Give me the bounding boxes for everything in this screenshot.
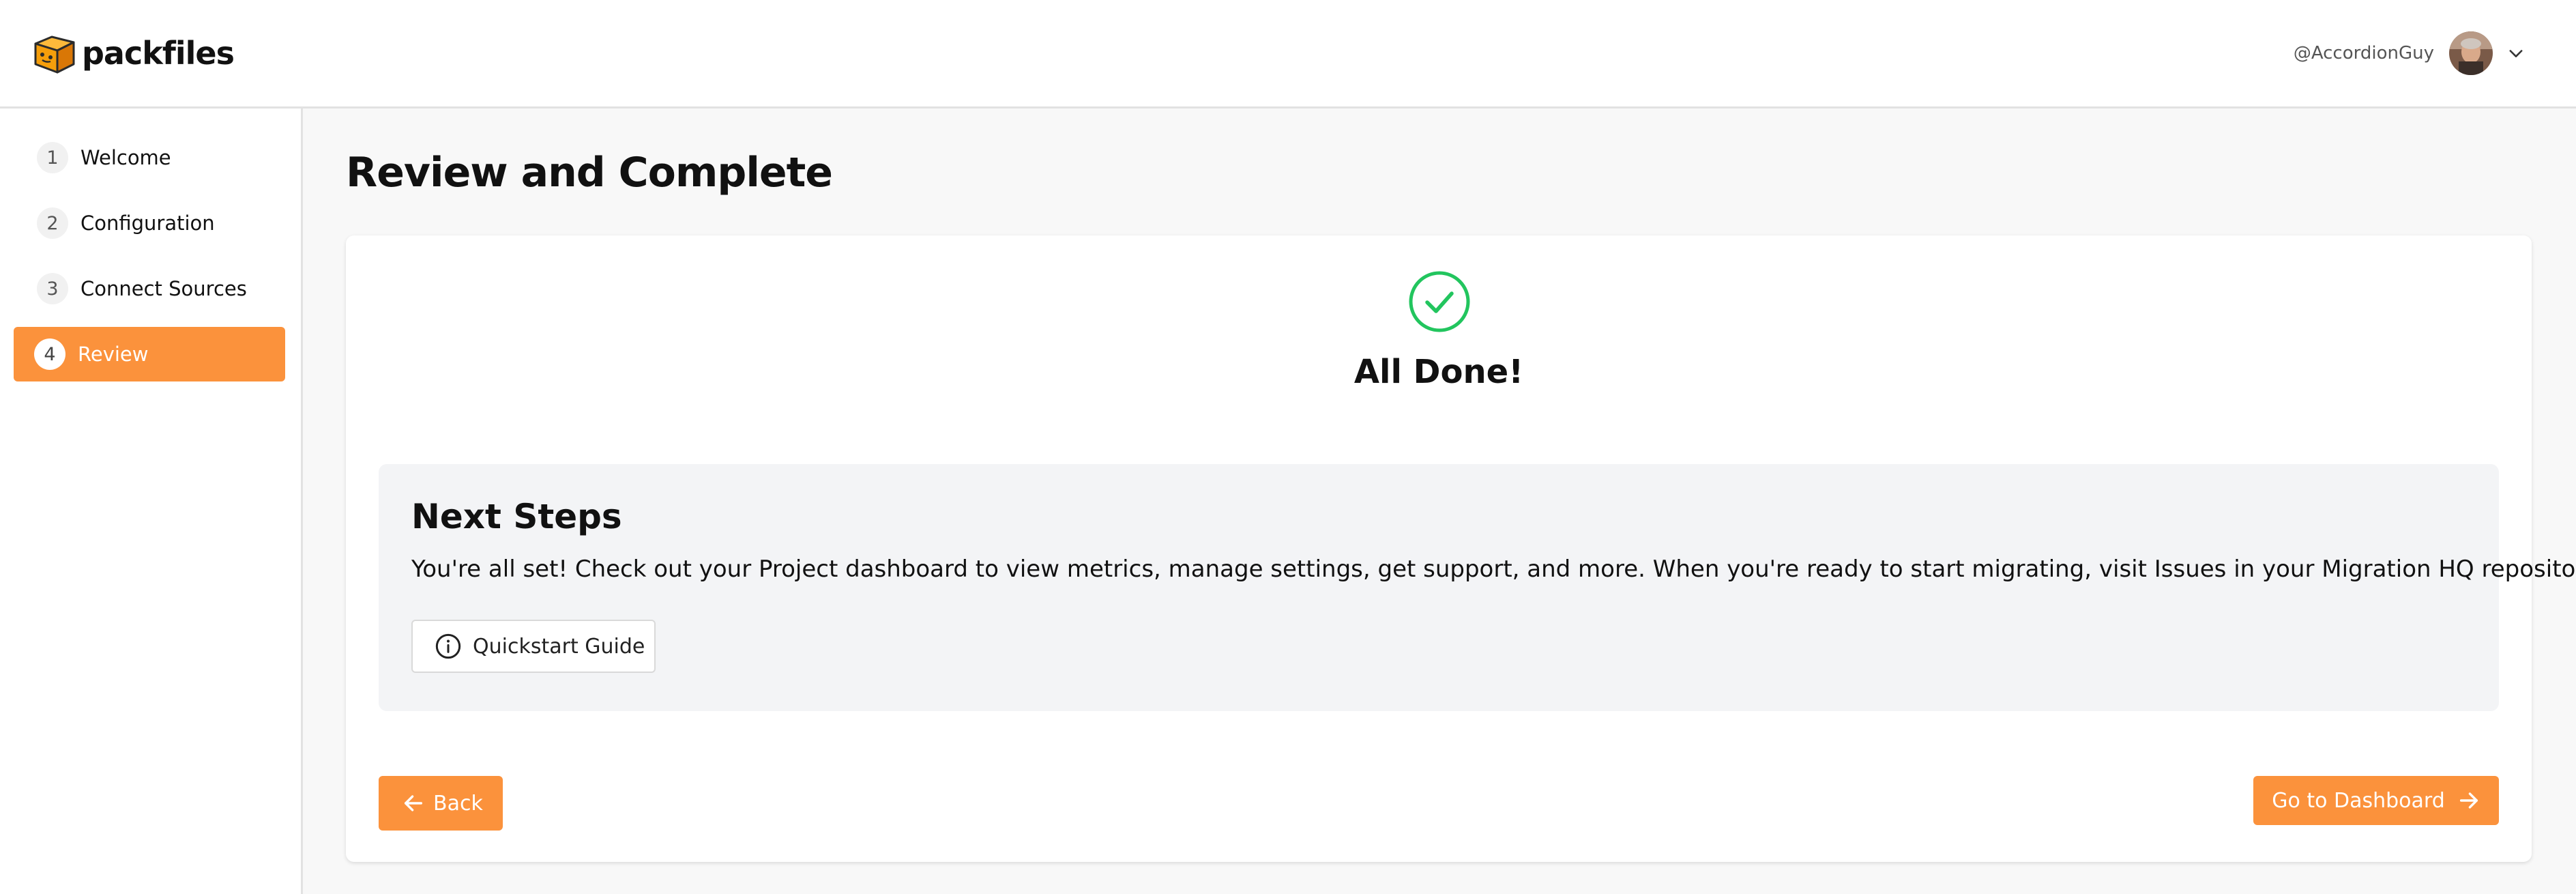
sidebar-item-label: Configuration xyxy=(80,212,215,235)
arrow-right-icon xyxy=(2459,792,2478,809)
sidebar-item-configuration[interactable]: 2 Configuration xyxy=(14,196,285,250)
chevron-down-icon[interactable] xyxy=(2506,44,2526,63)
sidebar-item-review[interactable]: 4 Review xyxy=(14,327,285,381)
dashboard-label: Go to Dashboard xyxy=(2272,788,2445,813)
step-number: 4 xyxy=(34,338,65,370)
top-header: packfiles @AccordionGuy xyxy=(0,0,2576,109)
sidebar-item-label: Welcome xyxy=(80,146,171,169)
page-title: Review and Complete xyxy=(346,149,833,197)
next-steps-panel: Next Steps You're all set! Check out you… xyxy=(379,464,2576,711)
next-steps-title: Next Steps xyxy=(411,497,622,536)
review-card: All Done! Next Steps You're all set! Che… xyxy=(346,235,2576,862)
sidebar-item-connect-sources[interactable]: 3 Connect Sources xyxy=(14,261,285,316)
check-circle-icon xyxy=(1409,271,1470,332)
username: @AccordionGuy xyxy=(2293,43,2434,63)
box-logo-icon xyxy=(34,35,75,74)
step-number: 1 xyxy=(37,142,68,173)
quickstart-guide-button[interactable]: Quickstart Guide xyxy=(411,620,656,673)
step-number: 3 xyxy=(37,273,68,304)
next-steps-text: You're all set! Check out your Project d… xyxy=(411,556,2576,583)
completion-title: All Done! xyxy=(1353,353,1524,391)
sidebar-item-label: Review xyxy=(78,343,149,366)
back-label: Back xyxy=(433,791,483,816)
arrow-left-icon xyxy=(404,795,423,811)
go-to-dashboard-button[interactable]: Go to Dashboard xyxy=(2253,776,2499,825)
user-menu[interactable]: @AccordionGuy xyxy=(2294,31,2526,75)
avatar[interactable] xyxy=(2449,31,2493,75)
quickstart-label: Quickstart Guide xyxy=(473,634,645,659)
info-icon xyxy=(435,633,461,659)
sidebar-item-label: Connect Sources xyxy=(80,277,247,300)
step-number: 2 xyxy=(37,207,68,239)
sidebar: 1 Welcome 2 Configuration 3 Connect Sour… xyxy=(0,109,303,894)
logo[interactable]: packfiles xyxy=(31,30,235,76)
brand-name: packfiles xyxy=(82,35,235,72)
sidebar-item-welcome[interactable]: 1 Welcome xyxy=(14,130,285,185)
back-button[interactable]: Back xyxy=(379,776,503,831)
